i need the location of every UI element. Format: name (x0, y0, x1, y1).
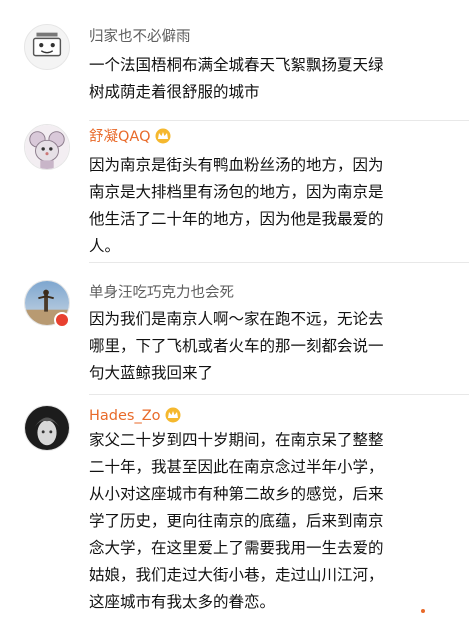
comment-text: 家父二十岁到四十岁期间，在南京呆了整整 二十年，我甚至因此在南京念过半年小学， … (89, 431, 384, 611)
member-crown-icon (165, 407, 181, 423)
mouse-avatar-icon (25, 125, 69, 169)
cartoon-avatar-icon (25, 25, 69, 69)
comment-text: 因为我们是南京人啊～家在跑不远，无论去 哪里，下了飞机或者火车的那一刻都会说一 … (89, 310, 384, 382)
avatar[interactable] (24, 405, 70, 451)
verified-badge-icon (54, 312, 70, 328)
comment-text: 因为南京是街头有鸭血粉丝汤的地方，因为 南京是大排档里有汤包的地方，因为南京是 … (89, 156, 384, 255)
avatar[interactable] (24, 124, 70, 170)
divider (89, 394, 469, 395)
username[interactable]: 舒凝QAQ (89, 127, 172, 147)
username[interactable]: 单身汪吃巧克力也会死 (89, 283, 234, 303)
member-crown-icon (155, 128, 170, 144)
dark-portrait-avatar-icon (25, 406, 69, 450)
divider (89, 120, 469, 121)
comment-feed: 归家也不必僻雨 一个法国梧桐布满全城春天飞絮飘扬夏天绿 树成荫走着很舒服的城市 … (0, 0, 469, 625)
username[interactable]: Hades_Zo (89, 406, 182, 426)
avatar[interactable] (24, 24, 70, 70)
end-marker-dot (421, 609, 425, 613)
username[interactable]: 归家也不必僻雨 (89, 27, 191, 47)
comment-text: 一个法国梧桐布满全城春天飞絮飘扬夏天绿 树成荫走着很舒服的城市 (89, 56, 384, 101)
divider (89, 262, 469, 263)
